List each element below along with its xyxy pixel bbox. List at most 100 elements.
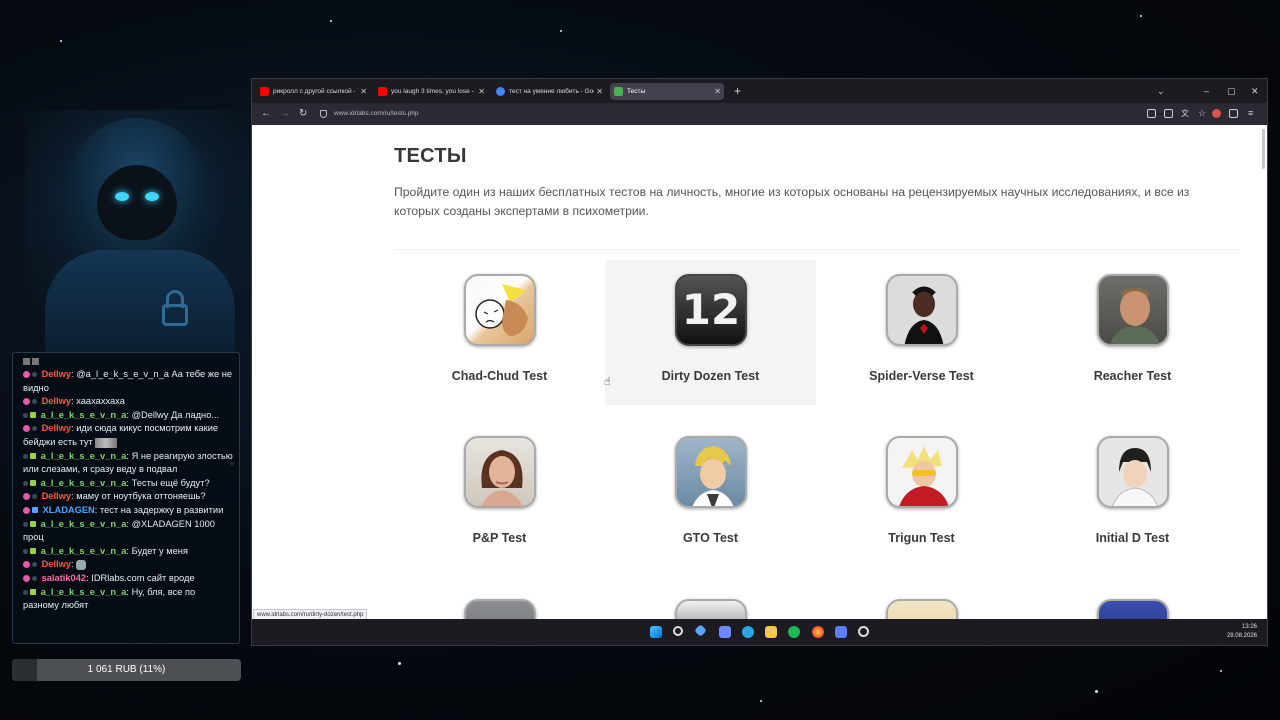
chat-username: a_l_e_k_s_e_v_n_a (40, 450, 127, 461)
test-label: GTO Test (682, 531, 739, 545)
chat-username: Dellwy (41, 396, 72, 407)
tab-title: тест на умение любить - Goog (509, 88, 594, 95)
initial-d-thumbnail (1097, 436, 1169, 508)
forward-arrow-icon[interactable]: → (280, 106, 290, 122)
reader-view-icon[interactable] (1147, 109, 1156, 118)
divider (394, 249, 1240, 250)
tab-laugh[interactable]: you laugh 3 times, you lose - Yo ✕ (374, 83, 488, 100)
lock-icon (162, 290, 188, 328)
dot-badge-icon (23, 480, 28, 486)
test-card-reacher[interactable]: Reacher Test (1027, 260, 1238, 405)
app-icon[interactable] (719, 626, 731, 638)
search-icon[interactable] (673, 626, 683, 636)
test-thumbnail-partial[interactable] (1097, 599, 1169, 619)
chat-username: salatik042 (41, 572, 87, 583)
chat-username: XLADAGEN (42, 504, 95, 515)
app-icon[interactable] (858, 626, 869, 637)
minimize-icon[interactable]: – (1204, 83, 1209, 99)
chat-text: хаахаххаха (76, 396, 125, 407)
address-bar[interactable]: www.idrlabs.com/ru/tests.php (314, 106, 1134, 122)
test-label: Initial D Test (1095, 531, 1170, 545)
app-icon[interactable] (694, 624, 707, 637)
test-card-spider-verse[interactable]: Spider-Verse Test (816, 260, 1027, 405)
chat-username: a_l_e_k_s_e_v_n_a (40, 477, 127, 488)
page-scrollbar[interactable] (1262, 129, 1265, 169)
tab-tests[interactable]: Тесты ✕ (610, 83, 724, 100)
test-thumbnail-partial[interactable] (464, 599, 536, 619)
dot-badge-icon (32, 399, 37, 405)
chat-message: a_l_e_k_s_e_v_n_a: Тесты ещё будут? (23, 477, 233, 491)
chat-message: a_l_e_k_s_e_v_n_a: Ну, бля, все по разно… (23, 586, 196, 611)
app-icon[interactable] (835, 626, 847, 638)
dot-badge-icon (32, 494, 37, 500)
test-card-dirty-dozen[interactable]: 12 Dirty Dozen Test (605, 260, 816, 405)
heart-badge-icon (23, 398, 30, 406)
chat-text: маму от ноутбука оттоняешь? (76, 491, 206, 502)
leaf-badge-icon (30, 412, 36, 419)
reload-icon[interactable]: ↻ (299, 106, 307, 122)
chat-message: XLADAGEN: тест на задержку в развитии (23, 504, 233, 518)
test-label: P&P Test (472, 531, 527, 545)
translate-icon[interactable]: 文 (1181, 109, 1190, 118)
chat-username: Dellwy (41, 369, 72, 379)
taskbar-clock[interactable]: 13:26 28.08.2026 (1227, 623, 1257, 641)
close-icon[interactable]: ✕ (714, 83, 721, 100)
extensions-puzzle-icon[interactable] (1229, 109, 1238, 118)
youtube-icon (260, 87, 269, 96)
test-thumbnail-partial[interactable] (886, 599, 958, 619)
heart-badge-icon (23, 561, 30, 569)
test-card-chad-chud[interactable]: Chad-Chud Test (394, 260, 605, 405)
chat-message: Dellwy: маму от ноутбука оттоняешь? (23, 490, 233, 504)
test-card-pp[interactable]: P&P Test (394, 422, 605, 567)
tab-google-search[interactable]: тест на умение любить - Goog ✕ (492, 83, 606, 100)
close-icon[interactable]: ✕ (596, 83, 603, 100)
chat-message: Dellwy: хаахаххаха (23, 395, 233, 409)
test-card-trigun[interactable]: Trigun Test (816, 422, 1027, 567)
heart-badge-icon (23, 371, 30, 379)
dirty-dozen-badge: 12 (681, 285, 741, 334)
emote-icon (95, 437, 118, 448)
reacher-thumbnail (1097, 274, 1169, 346)
telegram-icon[interactable] (742, 626, 754, 638)
test-label: Reacher Test (1093, 369, 1172, 383)
test-card-initial-d[interactable]: Initial D Test (1027, 422, 1238, 567)
chat-username: a_l_e_k_s_e_v_n_a (40, 545, 127, 556)
chat-message: salatik042: IDRlabs.com сайт вроде (23, 572, 233, 586)
folder-icon[interactable] (765, 626, 777, 638)
navigation-bar: ← → ↻ www.idrlabs.com/ru/tests.php 文 ☆ ≡ (252, 103, 1267, 125)
screenshot-icon[interactable] (1164, 109, 1173, 118)
window-close-icon[interactable]: ✕ (1251, 83, 1259, 99)
tab-bar: рикролл с другой ссылкой - Yo ✕ you laug… (252, 79, 1267, 103)
tab-rickroll[interactable]: рикролл с другой ссылкой - Yo ✕ (256, 83, 370, 100)
leaf-badge-icon (30, 589, 36, 596)
tab-list-icon[interactable]: ⌄ (1157, 83, 1165, 99)
test-thumbnail-partial[interactable] (675, 599, 747, 619)
chat-username: Dellwy (41, 423, 72, 434)
windows-start-icon[interactable] (650, 626, 662, 638)
close-icon[interactable]: ✕ (360, 83, 367, 100)
chat-username: a_l_e_k_s_e_v_n_a (40, 409, 127, 420)
leaf-badge-icon (30, 453, 36, 460)
sub-badge-icon (32, 507, 38, 514)
page-title: ТЕСТЫ (394, 145, 467, 167)
tab-title: Тесты (627, 88, 646, 95)
close-icon[interactable]: ✕ (478, 83, 485, 100)
firefox-icon[interactable] (812, 626, 824, 638)
browser-window: рикролл с другой ссылкой - Yo ✕ you laug… (251, 78, 1268, 646)
pp-thumbnail (464, 436, 536, 508)
chat-message: a_l_e_k_s_e_v_n_a: @Dellwy Да ладно... (23, 409, 233, 423)
spider-verse-thumbnail (886, 274, 958, 346)
maximize-icon[interactable]: ▢ (1227, 83, 1236, 99)
dot-badge-icon (23, 521, 28, 527)
extension-icon[interactable] (1212, 109, 1221, 118)
new-tab-button[interactable]: + (734, 84, 741, 98)
menu-icon[interactable]: ≡ (1248, 109, 1257, 118)
heart-badge-icon (23, 574, 30, 582)
donation-goal-text: 1 061 RUB (11%) (87, 664, 166, 675)
spotify-icon[interactable] (788, 626, 800, 638)
back-arrow-icon[interactable]: ← (261, 106, 271, 122)
gto-thumbnail (675, 436, 747, 508)
dot-badge-icon (32, 426, 37, 432)
test-card-gto[interactable]: GTO Test (605, 422, 816, 567)
bookmark-star-icon[interactable]: ☆ (1198, 109, 1207, 118)
